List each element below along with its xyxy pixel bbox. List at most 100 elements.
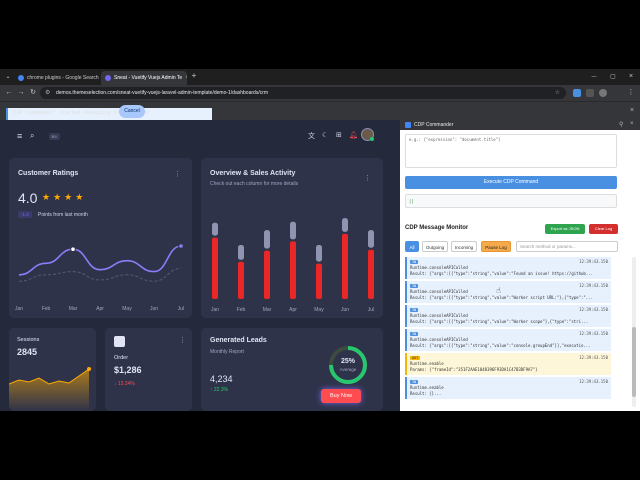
ratings-point[interactable]	[178, 243, 184, 249]
bar-upper-segment[interactable]	[212, 222, 218, 236]
address-bar[interactable]: ⚙ demos.themeselection.com/sneat-vuetify…	[40, 87, 566, 99]
extensions-icon[interactable]	[586, 89, 594, 97]
more-menu-icon[interactable]: ⋮	[626, 88, 636, 98]
log-entry[interactable]: IN 12:39:43.150 Runtime.consoleAPICalled…	[405, 257, 611, 279]
panel-title: CDP Commander	[414, 122, 454, 128]
bar-lower-segment[interactable]	[342, 233, 348, 299]
theme-moon-icon[interactable]: ☾	[322, 131, 328, 139]
x-tick-label: Apr	[96, 306, 104, 312]
buy-now-button[interactable]: Buy Now	[321, 389, 361, 403]
direction-badge: IN	[410, 308, 419, 312]
log-scrollbar[interactable]	[632, 257, 636, 407]
log-entry[interactable]: IN 12:39:43.150 Runtime.consoleAPICalled…	[405, 305, 611, 327]
card-title: Generated Leads	[210, 337, 267, 344]
reload-icon[interactable]: ↻	[28, 88, 38, 98]
log-method: Runtime.consoleAPICalled	[410, 289, 468, 294]
ring-label: Average	[339, 367, 357, 372]
bar-lower-segment[interactable]	[212, 237, 218, 299]
browser-toolbar: ← → ↻ ⚙ demos.themeselection.com/sneat-v…	[0, 85, 640, 101]
sales-bar-chart: Jan Feb Mar Apr May Jun Jul	[211, 218, 374, 313]
bar-lower-segment[interactable]	[368, 249, 374, 299]
language-icon[interactable]: 文	[308, 131, 315, 141]
clear-log-button[interactable]: Clear Log	[589, 224, 618, 234]
x-tick-label: Mar	[263, 307, 272, 313]
filter-all-button[interactable]: All	[405, 241, 419, 252]
message-search-input[interactable]: Search method or params...	[516, 241, 618, 252]
minimize-icon[interactable]: —	[589, 72, 599, 82]
ratings-series-line	[18, 245, 182, 276]
sessions-value: 2845	[17, 347, 38, 357]
close-icon[interactable]: ×	[185, 75, 187, 81]
new-tab-button[interactable]: +	[189, 71, 199, 81]
rating-stars-icon: ★★★★	[42, 192, 87, 202]
panel-titlebar: CDP Commander ⚲ ×	[400, 120, 640, 130]
notification-bell-icon[interactable]: 🔔︎	[349, 131, 358, 139]
order-card: ⋮ Order $1,286 ↓ 13.24%	[105, 328, 192, 411]
log-time: 12:39:43.150	[579, 283, 608, 288]
tab-strip: ⌄ chrome plugins - Google Search × Sneat…	[0, 69, 640, 85]
log-method: Runtime.enable	[410, 385, 444, 390]
menu-icon[interactable]: ≡	[17, 131, 22, 141]
export-json-button[interactable]: Export as JSON	[545, 224, 585, 234]
log-method: Runtime.consoleAPICalled	[410, 265, 468, 270]
bar-lower-segment[interactable]	[316, 263, 322, 299]
sessions-card: Sessions 2845	[9, 328, 96, 411]
bar-upper-segment[interactable]	[290, 221, 296, 240]
bar-lower-segment[interactable]	[290, 241, 296, 299]
google-favicon-icon	[18, 75, 24, 81]
log-entry[interactable]: IN 12:39:43.150 Runtime.consoleAPICalled…	[405, 281, 611, 303]
log-entry[interactable]: OUT 12:39:43.150 Runtime.enable Params: …	[405, 353, 611, 375]
rating-delta-badge: -1.0	[18, 211, 32, 218]
tab-sneat[interactable]: Sneat - Vuetify Vuejs Admin Te ×	[101, 71, 187, 85]
ratings-point[interactable]	[70, 246, 76, 253]
log-method: Runtime.consoleAPICalled	[410, 313, 468, 318]
log-time: 12:39:43.150	[579, 331, 608, 336]
bar-upper-segment[interactable]	[264, 230, 270, 249]
ring-value: 25%	[340, 358, 355, 365]
dashboard-app: ≡ ⌕ ⌘K 文 ☾ ⊞ 🔔︎ Customer Ratings ⋮ 4.0 ★…	[0, 120, 400, 411]
filter-incoming-button[interactable]: Incoming	[451, 241, 477, 252]
cdp-params-input[interactable]: e.g.: {"expression": "document.title"}	[405, 134, 617, 168]
site-info-icon[interactable]: ⚙	[45, 87, 50, 99]
scrollbar-thumb[interactable]	[632, 327, 636, 397]
bar-lower-segment[interactable]	[238, 261, 244, 299]
direction-badge: IN	[410, 260, 419, 264]
shortcuts-grid-icon[interactable]: ⊞	[336, 131, 342, 139]
bar-upper-segment[interactable]	[342, 218, 348, 232]
tab-google-search[interactable]: chrome plugins - Google Search ×	[14, 71, 100, 85]
pause-log-button[interactable]: Pause Log	[481, 241, 511, 252]
filter-outgoing-button[interactable]: Outgoing	[422, 241, 448, 252]
screen: ⌄ chrome plugins - Google Search × Sneat…	[0, 0, 640, 480]
bar-upper-segment[interactable]	[316, 245, 322, 262]
close-window-icon[interactable]: ×	[626, 72, 636, 82]
log-result: Result: {"args":[{"type":"string","value…	[410, 295, 594, 300]
forward-icon[interactable]: →	[16, 88, 26, 98]
pin-icon[interactable]: ⚲	[619, 121, 623, 128]
message-log: IN 12:39:43.150 Runtime.consoleAPICalled…	[405, 257, 611, 407]
search-icon[interactable]: ⌕	[30, 131, 34, 141]
cdp-extension-icon[interactable]	[573, 89, 581, 97]
close-panel-icon[interactable]: ×	[630, 121, 634, 127]
back-icon[interactable]: ←	[4, 88, 14, 98]
mouse-cursor-icon: ☝	[496, 286, 501, 295]
more-options-icon[interactable]: ⋮	[174, 170, 181, 178]
bar-lower-segment[interactable]	[264, 250, 270, 299]
log-entry[interactable]: IN 12:39:43.150 Runtime.enable Result: {…	[405, 377, 611, 399]
profile-icon[interactable]	[599, 89, 607, 97]
more-options-icon[interactable]: ⋮	[364, 174, 371, 182]
bar-upper-segment[interactable]	[238, 245, 244, 260]
order-cube-icon	[114, 336, 125, 347]
bar-upper-segment[interactable]	[368, 230, 374, 248]
log-entry[interactable]: IN 12:39:43.150 Runtime.consoleAPICalled…	[405, 329, 611, 351]
maximize-icon[interactable]: ▢	[608, 72, 618, 82]
tab-search-icon[interactable]: ⌄	[3, 72, 13, 82]
bookmark-star-icon[interactable]: ☆	[555, 87, 560, 99]
execute-cdp-button[interactable]: Execute CDP Command	[405, 176, 617, 189]
cancel-button[interactable]: Cancel	[119, 105, 145, 118]
leads-value: 4,234	[210, 374, 233, 384]
ratings-line-chart: Jan Feb Mar Apr May Jun Jul	[15, 243, 184, 312]
sessions-title: Sessions	[17, 337, 40, 343]
avatar[interactable]	[361, 128, 374, 141]
close-infobar-icon[interactable]: ×	[630, 107, 634, 114]
more-options-icon[interactable]: ⋮	[179, 336, 186, 344]
